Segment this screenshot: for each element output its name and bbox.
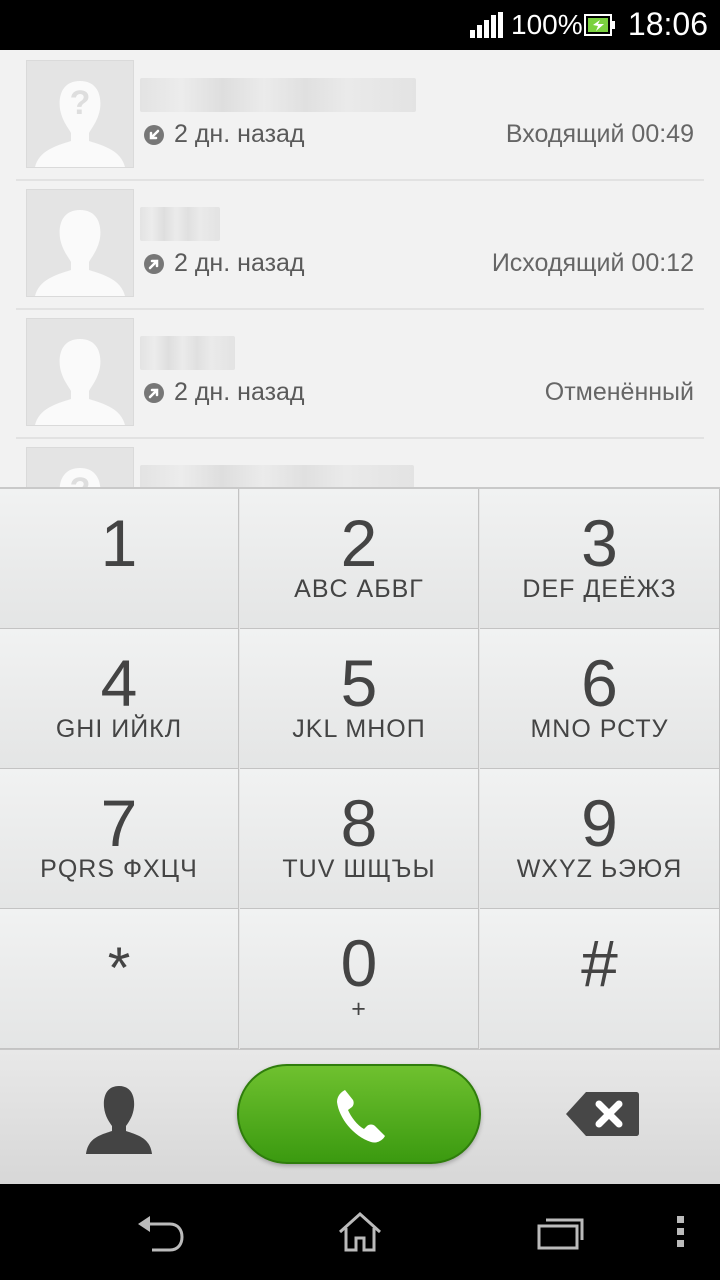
outgoing-call-icon xyxy=(144,254,164,274)
call-log-item[interactable]: 2 дн. назад Исходящий 00:12 xyxy=(16,179,704,310)
key-5[interactable]: 5 JKL МНОП xyxy=(240,629,479,769)
call-log-item[interactable]: ? 2 дн. назад Входящий 00:49 xyxy=(16,50,704,181)
call-type: Отменённый xyxy=(544,378,694,406)
key-3[interactable]: 3 DEF ДЕЁЖЗ xyxy=(480,489,720,629)
unknown-contact-icon: ? xyxy=(26,447,134,487)
key-2[interactable]: 2 ABC АБВГ xyxy=(240,489,479,629)
key-9[interactable]: 9 WXYZ ЬЭЮЯ xyxy=(480,769,720,909)
contact-silhouette-icon xyxy=(26,318,134,426)
key-letters: JKL МНОП xyxy=(292,715,426,743)
backspace-icon xyxy=(566,1092,639,1136)
svg-text:?: ? xyxy=(70,84,91,122)
key-digit: 3 xyxy=(581,506,618,580)
key-digit: 6 xyxy=(581,646,618,720)
call-time-ago: 2 дн. назад xyxy=(174,378,305,406)
incoming-call-icon xyxy=(144,125,164,145)
call-button[interactable] xyxy=(237,1064,481,1164)
key-8[interactable]: 8 TUV ШЩЪЫ xyxy=(240,769,479,909)
key-letters: MNO РСТУ xyxy=(530,715,669,743)
phone-icon xyxy=(337,1090,385,1143)
back-icon[interactable] xyxy=(134,1210,186,1254)
overflow-menu-icon[interactable] xyxy=(674,1214,688,1250)
battery-charging-icon xyxy=(584,14,615,36)
key-star[interactable]: * xyxy=(0,909,239,1049)
dial-keypad: 1 2 ABC АБВГ 3 DEF ДЕЁЖЗ 4 GHI ИЙКЛ 5 JK… xyxy=(0,487,720,1051)
key-digit: 7 xyxy=(100,786,138,860)
key-digit: 9 xyxy=(581,786,618,860)
key-digit: # xyxy=(581,926,618,1000)
unknown-contact-icon: ? xyxy=(26,60,134,168)
contact-name-redacted xyxy=(140,207,220,241)
svg-text:?: ? xyxy=(70,471,91,487)
key-hash[interactable]: # xyxy=(480,909,720,1049)
battery-percent: 100% xyxy=(511,9,583,40)
key-0[interactable]: 0 + xyxy=(240,909,479,1049)
key-digit: 1 xyxy=(100,506,138,580)
outgoing-call-icon xyxy=(144,383,164,403)
contact-silhouette-icon xyxy=(26,189,134,297)
call-type: Входящий 00:49 xyxy=(505,120,694,148)
recent-apps-icon[interactable] xyxy=(536,1210,586,1254)
contacts-button[interactable] xyxy=(80,1082,158,1158)
key-digit: 4 xyxy=(100,646,138,720)
key-digit: 0 xyxy=(340,926,378,1000)
contact-name-redacted xyxy=(140,336,235,370)
person-icon xyxy=(86,1086,152,1154)
contact-name-redacted xyxy=(140,78,416,112)
status-bar: 100% 18:06 xyxy=(0,0,720,50)
key-letters: TUV ШЩЪЫ xyxy=(282,855,436,883)
key-digit: * xyxy=(107,936,131,1001)
key-letters: + xyxy=(351,995,367,1023)
key-letters: DEF ДЕЁЖЗ xyxy=(522,575,677,603)
call-log-item[interactable]: 2 дн. назад Отменённый xyxy=(16,308,704,439)
key-letters: WXYZ ЬЭЮЯ xyxy=(516,855,683,883)
call-time-ago: 2 дн. назад xyxy=(174,249,305,277)
key-digit: 5 xyxy=(340,646,378,720)
key-digit: 8 xyxy=(340,786,378,860)
key-1[interactable]: 1 xyxy=(0,489,239,629)
clock: 18:06 xyxy=(627,6,708,42)
dialer-action-bar xyxy=(0,1049,720,1185)
contact-name-redacted xyxy=(140,465,414,487)
call-log-list[interactable]: ? 2 дн. назад Входящий 00:49 2 дн. назад… xyxy=(0,50,720,487)
signal-icon xyxy=(470,12,503,38)
backspace-button[interactable] xyxy=(564,1090,640,1138)
key-digit: 2 xyxy=(340,506,378,580)
call-type: Исходящий 00:12 xyxy=(491,249,694,277)
home-icon[interactable] xyxy=(336,1210,384,1254)
key-7[interactable]: 7 PQRS ФХЦЧ xyxy=(0,769,239,909)
call-time-ago: 2 дн. назад xyxy=(174,120,305,148)
navigation-bar xyxy=(0,1184,720,1280)
key-letters: PQRS ФХЦЧ xyxy=(40,855,198,883)
call-log-item[interactable]: ? xyxy=(16,437,704,487)
key-4[interactable]: 4 GHI ИЙКЛ xyxy=(0,629,239,769)
key-letters: GHI ИЙКЛ xyxy=(55,715,183,743)
key-6[interactable]: 6 MNO РСТУ xyxy=(480,629,720,769)
key-letters: ABC АБВГ xyxy=(294,575,424,603)
